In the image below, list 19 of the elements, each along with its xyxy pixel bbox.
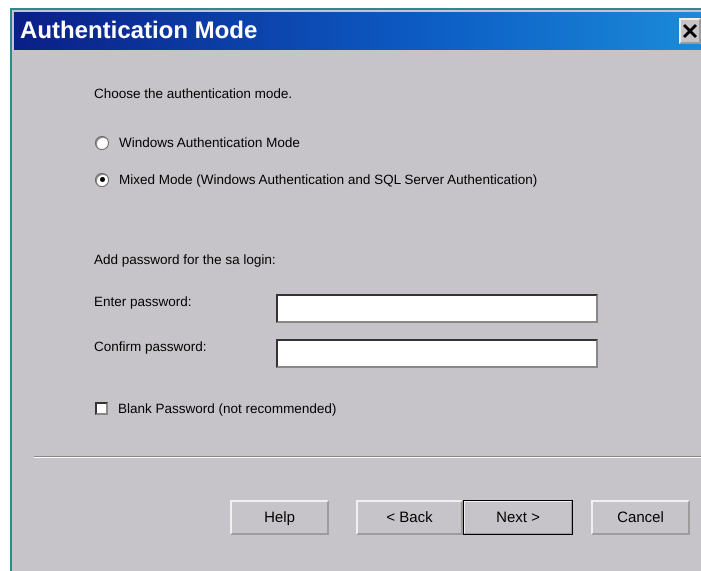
field-label: Confirm password:: [94, 339, 207, 354]
dialog-button[interactable]: Cancel: [591, 500, 690, 535]
password-heading: Add password for the sa login:: [94, 252, 276, 267]
field-label: Enter password:: [94, 294, 192, 309]
close-icon: [682, 23, 698, 39]
close-button[interactable]: [679, 18, 701, 44]
password-field[interactable]: [276, 339, 598, 368]
prompt-text: Choose the authentication mode.: [94, 86, 292, 101]
radio-button[interactable]: [95, 136, 109, 150]
radio-button[interactable]: [95, 172, 109, 186]
window-title: Authentication Mode: [20, 17, 258, 45]
password-field[interactable]: [276, 294, 598, 323]
radio-label: Windows Authentication Mode: [119, 135, 300, 150]
dialog-button[interactable]: Next >: [463, 500, 573, 535]
dialog-button[interactable]: Help: [230, 500, 329, 535]
checkbox[interactable]: [95, 402, 108, 415]
checkbox-label: Blank Password (not recommended): [118, 401, 336, 416]
dialog-button[interactable]: < Back: [356, 500, 463, 535]
radio-label: Mixed Mode (Windows Authentication and SQL Server Authentication): [119, 172, 538, 187]
